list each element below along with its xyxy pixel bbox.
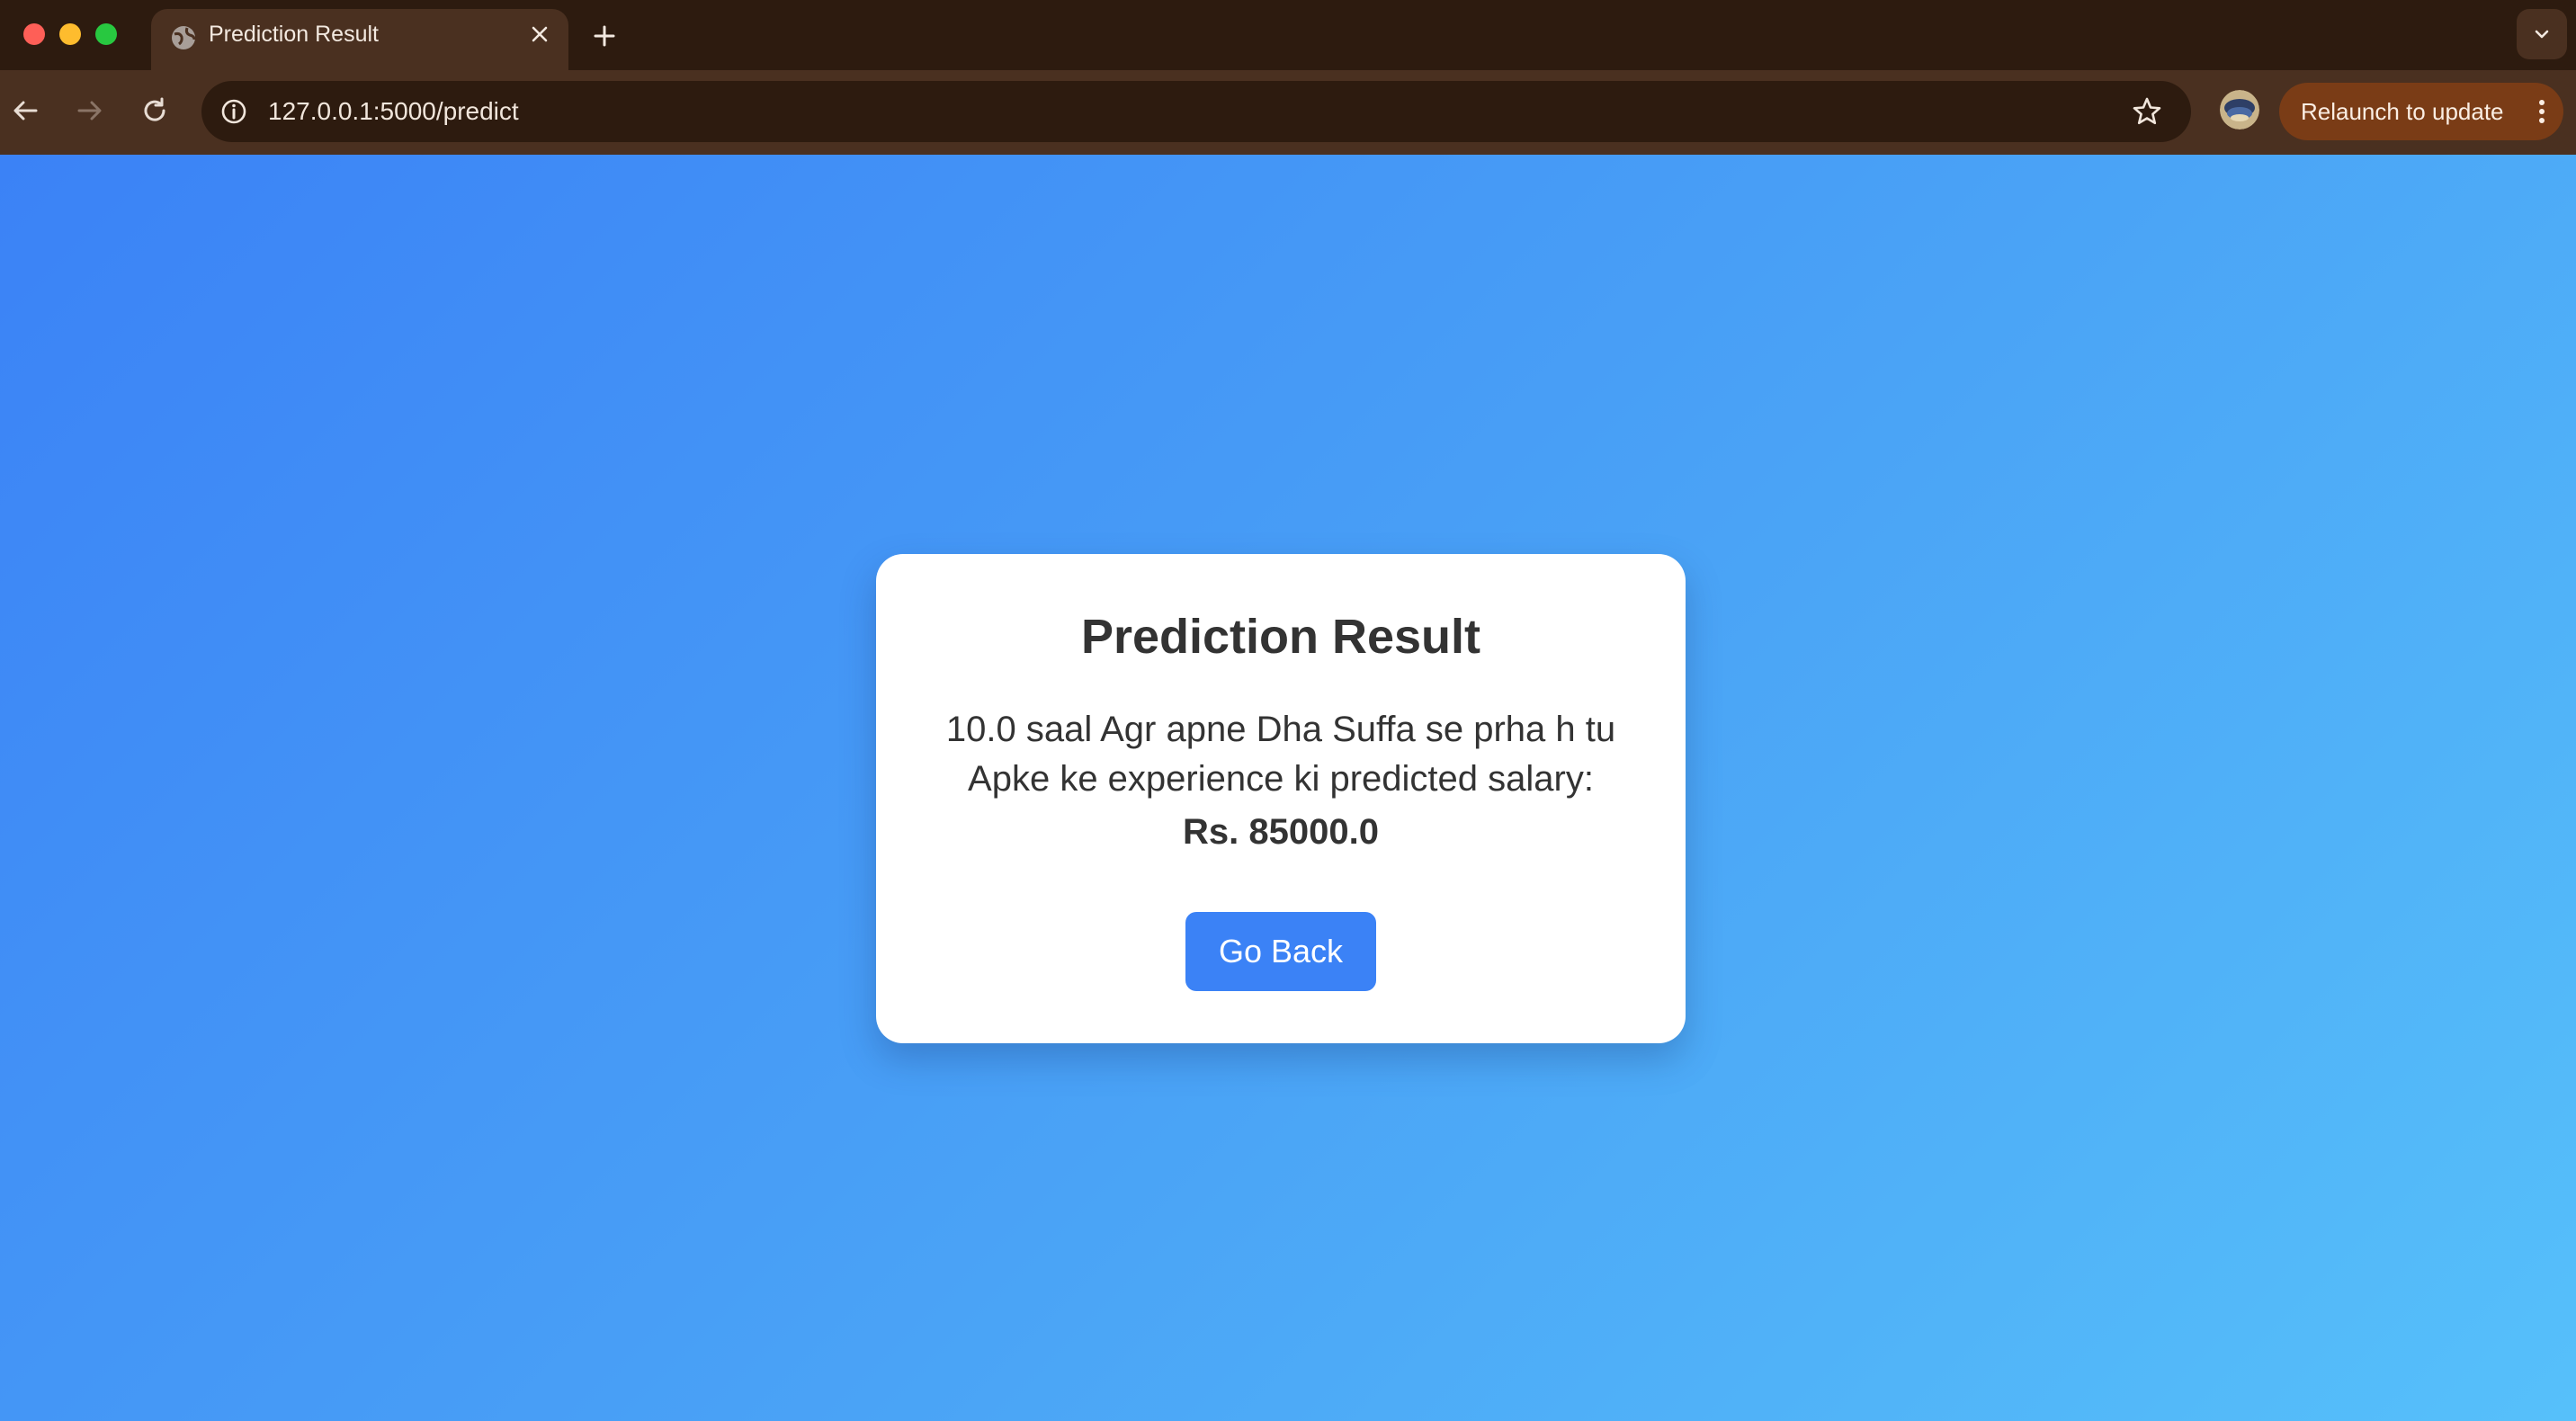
address-bar[interactable]: 127.0.0.1:5000/predict: [201, 81, 2191, 142]
more-vertical-icon[interactable]: [2535, 95, 2549, 128]
close-window-button[interactable]: [23, 23, 45, 45]
star-icon[interactable]: [2130, 94, 2164, 129]
maximize-window-button[interactable]: [95, 23, 117, 45]
chevron-down-icon: [2535, 30, 2549, 39]
close-icon[interactable]: [525, 20, 554, 49]
url-text[interactable]: 127.0.0.1:5000/predict: [268, 81, 519, 142]
info-icon[interactable]: [218, 95, 250, 128]
reload-icon[interactable]: [137, 93, 173, 129]
tab-title: Prediction Result: [209, 22, 379, 47]
tab-search-button[interactable]: [2517, 9, 2567, 59]
arrow-left-icon[interactable]: [7, 93, 43, 129]
result-card: Prediction Result 10.0 saal Agr apne Dha…: [876, 554, 1686, 1043]
page-viewport: Prediction Result 10.0 saal Agr apne Dha…: [0, 155, 2576, 1421]
plus-icon[interactable]: [588, 20, 621, 52]
prediction-message: 10.0 saal Agr apne Dha Suffa se prha h t…: [945, 710, 1616, 799]
relaunch-to-update-button[interactable]: Relaunch to update: [2279, 83, 2563, 140]
browser-tab[interactable]: Prediction Result: [151, 9, 568, 70]
relaunch-label: Relaunch to update: [2301, 98, 2504, 125]
browser-tab-strip: Prediction Result: [0, 0, 2576, 70]
arrow-right-icon[interactable]: [72, 93, 108, 129]
predicted-salary: Rs. 85000.0: [1183, 812, 1379, 852]
go-back-button[interactable]: Go Back: [1185, 912, 1376, 991]
page-title: Prediction Result: [1080, 610, 1481, 664]
browser-toolbar: 127.0.0.1:5000/predict Relaunch to updat…: [0, 70, 2576, 155]
globe-icon: [169, 23, 198, 52]
minimize-window-button[interactable]: [59, 23, 81, 45]
profile-avatar[interactable]: [2220, 90, 2259, 130]
